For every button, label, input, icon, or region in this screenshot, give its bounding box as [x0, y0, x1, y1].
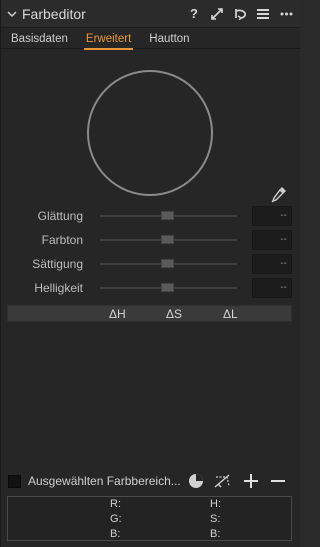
add-icon[interactable] [242, 472, 260, 490]
readout-s: S: [210, 513, 221, 525]
delta-s-label: ΔS [166, 307, 183, 321]
slider-row-hue: Farbton -- [1, 230, 301, 250]
slider-value-field[interactable]: -- [252, 254, 292, 274]
help-icon[interactable]: ? [187, 6, 201, 21]
selection-toolbar: Ausgewählten Farbbereich... [1, 470, 301, 492]
slider-thumb[interactable] [161, 235, 174, 244]
readout-b: B: [110, 528, 121, 540]
slider-thumb[interactable] [161, 259, 174, 268]
menu-icon[interactable] [256, 7, 270, 21]
delta-header-bar: ΔH ΔS ΔL [7, 305, 292, 322]
readout-r: R: [110, 498, 121, 510]
slider-label: Farbton [41, 233, 83, 247]
remove-icon[interactable] [269, 472, 287, 490]
tab-bar: Basisdaten Erweitert Hautton [1, 29, 301, 50]
delta-h-label: ΔH [109, 307, 126, 321]
slider-row-lightness: Helligkeit -- [1, 278, 301, 298]
readout-g: G: [110, 513, 122, 525]
slider-label: Sättigung [32, 257, 83, 271]
readout-brightness: B: [210, 528, 221, 540]
header-icons: ? [187, 6, 301, 21]
slider-value-field[interactable]: -- [252, 230, 292, 250]
reset-icon[interactable] [233, 7, 247, 21]
panel-title: Farbeditor [22, 5, 86, 22]
color-picker-icon[interactable] [269, 184, 289, 204]
selection-label: Ausgewählten Farbbereich... [28, 474, 181, 488]
slider-value-field[interactable]: -- [252, 206, 292, 226]
tab-basisdaten[interactable]: Basisdaten [1, 29, 76, 49]
color-readout: R: G: B: H: S: B: [7, 496, 292, 541]
slider-row-saturation: Sättigung -- [1, 254, 301, 274]
color-range-icon[interactable] [187, 472, 205, 490]
tab-erweitert[interactable]: Erweitert [76, 29, 139, 50]
slider-label: Glättung [37, 209, 83, 223]
slider-thumb[interactable] [161, 211, 174, 220]
panel-header: Farbeditor ? [1, 0, 301, 28]
slider-thumb[interactable] [161, 283, 174, 292]
color-editor-panel: Farbeditor ? Basisdaten Erweitert Hautto… [0, 0, 301, 547]
more-icon[interactable] [279, 7, 293, 21]
slider-row-smoothness: Glättung -- [1, 206, 301, 226]
slider-label: Helligkeit [34, 281, 83, 295]
pop-out-icon[interactable] [210, 7, 224, 21]
picker-add-icon[interactable] [213, 472, 231, 490]
slider-value-field[interactable]: -- [252, 278, 292, 298]
collapse-chevron-icon[interactable] [3, 10, 21, 18]
readout-h: H: [210, 498, 221, 510]
delta-l-label: ΔL [223, 307, 238, 321]
tab-hautton[interactable]: Hautton [139, 29, 197, 49]
show-selection-checkbox[interactable] [8, 475, 21, 488]
color-wheel[interactable] [87, 70, 213, 196]
